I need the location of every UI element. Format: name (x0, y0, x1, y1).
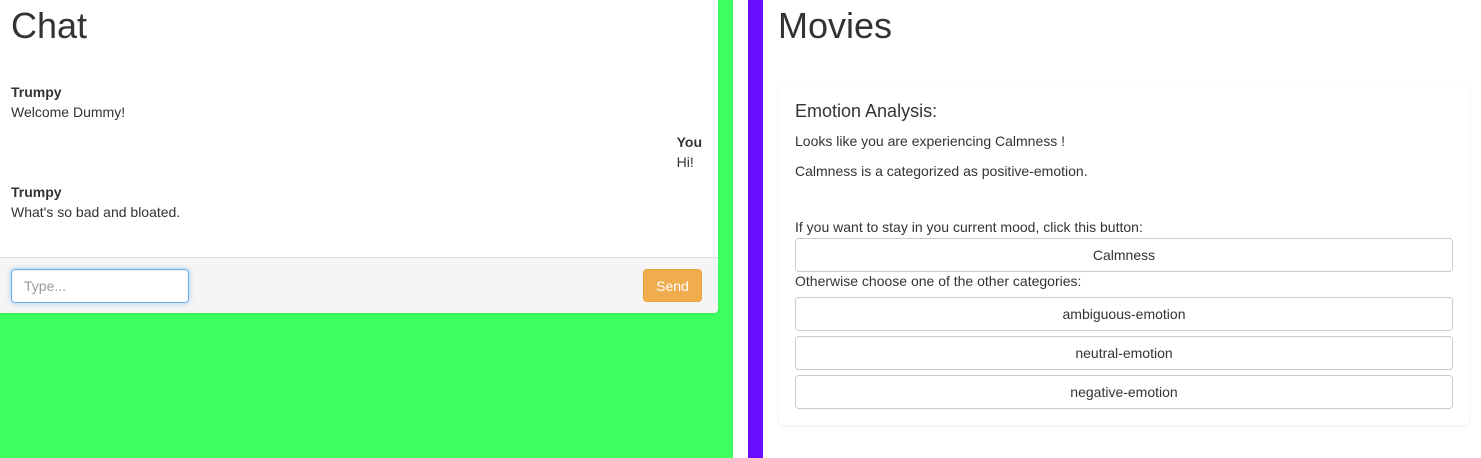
movies-column: Movies Emotion Analysis: Looks like you … (763, 0, 1481, 458)
chat-panel: Chat Trumpy Welcome Dummy! You Hi! Trump… (0, 0, 718, 313)
emotion-analysis-card: Emotion Analysis: Looks like you are exp… (779, 84, 1469, 425)
chat-message: Trumpy Welcome Dummy! (11, 82, 125, 122)
emotion-detected-text: Looks like you are experiencing Calmness… (795, 133, 1066, 149)
category-button-neutral[interactable]: neutral-emotion (795, 336, 1453, 370)
column-gap (733, 0, 748, 458)
chat-title: Chat (11, 5, 88, 46)
chat-message: You Hi! (677, 132, 702, 172)
message-sender: Trumpy (11, 184, 62, 200)
message-text: Hi! (676, 154, 694, 170)
current-emotion-button[interactable]: Calmness (795, 238, 1453, 272)
chat-input-bar: Send (0, 257, 718, 313)
stay-mood-prompt: If you want to stay in you current mood,… (795, 219, 1143, 235)
divider-stripe (748, 0, 763, 458)
chat-message: Trumpy What's so bad and bloated. (11, 182, 180, 222)
emotion-category-text: Calmness is a categorized as positive-em… (795, 163, 1088, 179)
chat-column: Chat Trumpy Welcome Dummy! You Hi! Trump… (0, 0, 733, 458)
movies-title: Movies (778, 5, 893, 46)
analysis-heading: Emotion Analysis: (795, 101, 938, 121)
message-text: What's so bad and bloated. (11, 204, 181, 220)
category-button-ambiguous[interactable]: ambiguous-emotion (795, 297, 1453, 331)
category-button-negative[interactable]: negative-emotion (795, 375, 1453, 409)
chat-input[interactable] (11, 269, 189, 303)
message-sender: You (676, 134, 702, 150)
other-categories-prompt: Otherwise choose one of the other catego… (795, 273, 1082, 289)
message-sender: Trumpy (11, 84, 62, 100)
message-text: Welcome Dummy! (11, 104, 126, 120)
send-button[interactable]: Send (643, 269, 702, 302)
